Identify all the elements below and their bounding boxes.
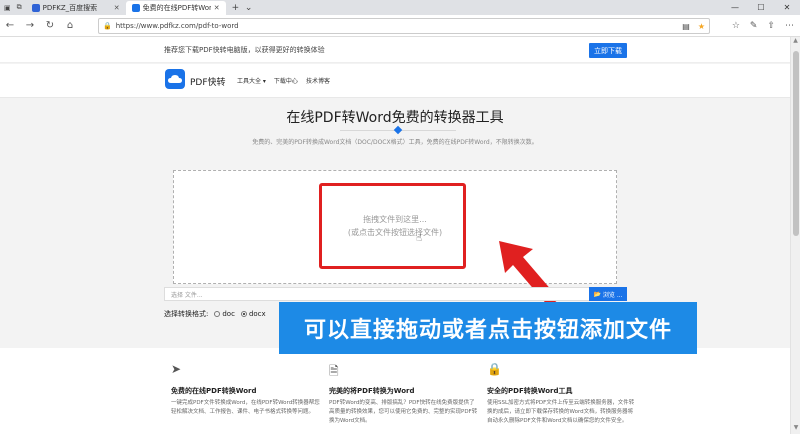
features-section: ➤ 免费的在线PDF转换Word 一键完成PDF文件转换成Word，在线PDF转… bbox=[0, 348, 790, 434]
tab-title: PDFKZ_百度搜索 bbox=[42, 4, 98, 12]
more-icon[interactable]: ⋯ bbox=[785, 21, 794, 31]
tab-pdfkz[interactable]: 免费的在线PDF转Word ✕ bbox=[125, 1, 226, 15]
radio-circle-icon bbox=[214, 311, 221, 317]
maximize-icon[interactable]: ☐ bbox=[748, 0, 774, 15]
promo-text: 推荐您下载PDF快转电脑版，以获得更好的转换体验 bbox=[164, 46, 325, 54]
file-path-input[interactable]: 选择 文件... bbox=[164, 287, 627, 301]
logo-cloud-icon[interactable] bbox=[165, 69, 185, 89]
scroll-up-icon[interactable]: ▲ bbox=[791, 37, 800, 47]
feature-desc: 一键完成PDF文件转换成Word，在线PDF转Word转换器帮您轻松解决文档、工… bbox=[171, 400, 320, 415]
feature-title: 免费的在线PDF转换Word bbox=[171, 387, 257, 395]
hand-cursor-icon: ☝ bbox=[416, 233, 423, 244]
forward-icon[interactable]: → bbox=[20, 20, 40, 31]
feature-desc: PDF转Word的变高、排版搞乱？PDF快转在线免费版提供了高质量的转换效果，您… bbox=[329, 400, 478, 424]
favorites-icon[interactable]: ☆ bbox=[732, 21, 740, 31]
main-menu: 工具大全 ▾ 下载中心 技术博客 bbox=[237, 76, 330, 85]
page-subtitle: 免费的、完美的PDF转换成Word文档（DOC/DOCX格式）工具，免费的在线P… bbox=[252, 139, 538, 146]
browser-nav-bar: ← → ↻ ⌂ 🔒 https://www.pdfkz.com/pdf-to-w… bbox=[0, 15, 800, 37]
url-text: https://www.pdfkz.com/pdf-to-word bbox=[115, 22, 239, 30]
file-placeholder: 选择 文件... bbox=[171, 292, 203, 299]
browser-toolbar-right: ☆ ✎ ⇧ ⋯ bbox=[732, 18, 794, 34]
close-tab-icon[interactable]: ✕ bbox=[114, 4, 120, 12]
browse-label: 浏览 ... bbox=[602, 291, 623, 299]
feature-desc: 使用SSL加密方式将PDF文件上传至云端转换服务器，文件转换的成后，请立即下载保… bbox=[487, 400, 635, 424]
highlight-box bbox=[319, 183, 466, 269]
scroll-thumb[interactable] bbox=[793, 51, 799, 236]
share-icon[interactable]: ⇧ bbox=[767, 21, 775, 31]
baidu-favicon-icon bbox=[31, 4, 40, 12]
tab-list-icon[interactable]: ▣ bbox=[4, 4, 11, 12]
brand-name[interactable]: PDF快转 bbox=[190, 75, 226, 88]
page-content: 推荐您下载PDF快转电脑版，以获得更好的转换体验 立即下载 PDF快转 工具大全… bbox=[0, 37, 790, 434]
diamond-icon bbox=[393, 125, 403, 135]
page-title: 在线PDF转Word免费的转换器工具 bbox=[286, 110, 504, 126]
browse-button[interactable]: 📂 浏览 ... bbox=[589, 287, 627, 301]
close-tab-icon[interactable]: ✕ bbox=[214, 4, 220, 12]
scroll-down-icon[interactable]: ▼ bbox=[791, 424, 800, 434]
radio-label: docx bbox=[248, 310, 266, 318]
window-controls: — ☐ ✕ bbox=[722, 0, 800, 15]
format-selector: 选择转换格式: doc docx bbox=[164, 309, 266, 319]
tab-title: 免费的在线PDF转Word bbox=[142, 4, 211, 12]
home-icon[interactable]: ⌂ bbox=[60, 20, 80, 31]
pdf-file-icon: 🗎 bbox=[329, 364, 339, 378]
menu-tools[interactable]: 工具大全 ▾ bbox=[237, 76, 266, 85]
format-label: 选择转换格式: bbox=[164, 310, 209, 318]
lock-icon: 🔒 bbox=[103, 22, 112, 30]
page-scrollbar[interactable]: ▲ ▼ bbox=[790, 37, 800, 434]
favorite-star-icon[interactable]: ★ bbox=[698, 22, 705, 31]
notes-icon[interactable]: ✎ bbox=[750, 21, 758, 31]
paper-plane-icon: ➤ bbox=[171, 362, 182, 376]
radio-doc[interactable]: doc bbox=[214, 310, 235, 318]
instruction-banner: 可以直接拖动或者点击按钮添加文件 bbox=[279, 302, 697, 354]
reading-view-icon[interactable]: ▤ bbox=[682, 22, 690, 31]
new-tab-button[interactable]: + ⌄ bbox=[226, 1, 259, 15]
feature-title: 完美的将PDF转换为Word bbox=[329, 387, 415, 395]
site-header: PDF快转 工具大全 ▾ 下载中心 技术博客 bbox=[0, 64, 790, 98]
tab-baidu[interactable]: PDFKZ_百度搜索 ✕ bbox=[26, 1, 126, 15]
download-now-button[interactable]: 立即下载 bbox=[589, 43, 627, 58]
tab-actions: ▣ ⧉ bbox=[0, 0, 26, 15]
browser-tab-bar: ▣ ⧉ PDFKZ_百度搜索 ✕ 免费的在线PDF转Word ✕ + ⌄ — ☐… bbox=[0, 0, 800, 15]
feature-title: 安全的PDF转换Word工具 bbox=[487, 387, 573, 395]
back-tabs-icon[interactable]: ⧉ bbox=[17, 3, 22, 12]
radio-circle-icon bbox=[240, 311, 247, 317]
menu-download-center[interactable]: 下载中心 bbox=[274, 76, 298, 85]
close-window-icon[interactable]: ✕ bbox=[774, 0, 800, 15]
minimize-icon[interactable]: — bbox=[722, 0, 748, 15]
address-bar[interactable]: 🔒 https://www.pdfkz.com/pdf-to-word ▤ ★ bbox=[98, 18, 710, 34]
reload-icon[interactable]: ↻ bbox=[40, 20, 60, 31]
radio-docx[interactable]: docx bbox=[240, 310, 266, 318]
folder-icon: 📂 bbox=[593, 290, 601, 298]
pdfkz-favicon-icon bbox=[131, 4, 140, 12]
back-icon[interactable]: ← bbox=[0, 20, 20, 31]
promo-bar: 推荐您下载PDF快转电脑版，以获得更好的转换体验 立即下载 bbox=[0, 37, 790, 63]
lock-icon: 🔒 bbox=[487, 362, 502, 376]
radio-label: doc bbox=[222, 310, 235, 318]
menu-tech-blog[interactable]: 技术博客 bbox=[306, 76, 330, 85]
